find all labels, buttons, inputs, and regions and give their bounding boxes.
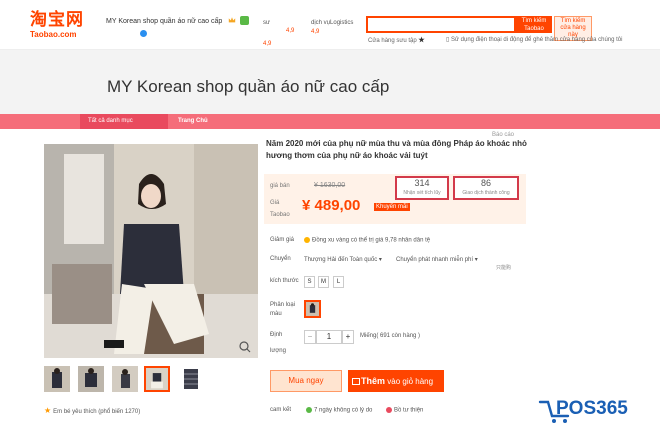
- qty-label-2: lượng: [270, 348, 286, 354]
- phone-icon: ▯: [446, 37, 450, 43]
- star-icon: ★: [418, 37, 425, 44]
- commit-1-text: 7 ngày không có lý do: [314, 407, 373, 414]
- mobile-tip-text: Sử dụng điện thoại di động để ghé thăm c…: [450, 37, 623, 43]
- favorite-shop-label: Cửa hàng sưu tập: [368, 38, 417, 44]
- shipping-label: Chuyển: [270, 256, 291, 262]
- mobile-visit-tip[interactable]: ▯ Sử dụng điện thoại di động để ghé thăm…: [446, 36, 622, 43]
- add-to-cart-button[interactable]: Thêm vào giỏ hàng: [348, 370, 444, 392]
- thumbnail-1[interactable]: [44, 366, 70, 392]
- reviews-label: Nhận xét tích lũy: [403, 190, 441, 196]
- rating-description: sư 4,9: [263, 19, 271, 49]
- search-input[interactable]: [366, 16, 516, 33]
- commit-item-1: 7 ngày không có lý do: [306, 407, 372, 414]
- pos365-logo: POS365: [538, 398, 628, 423]
- sales-label: Giao dịch thành công: [462, 190, 510, 196]
- rating-label-2: Logistics: [330, 20, 354, 26]
- shipping-from[interactable]: Thượng Hải đến Toàn quốc ▾: [304, 256, 382, 263]
- crown-icon: [228, 17, 236, 23]
- shipping-method[interactable]: Chuyển phát nhanh miễn phí ▾: [396, 256, 478, 263]
- rating-label: sư: [263, 20, 271, 26]
- coin-label: Giảm giá: [270, 237, 295, 243]
- star-icon: ★: [44, 406, 52, 415]
- add-cart-rest: vào giỏ hàng: [387, 377, 434, 386]
- check-icon: [306, 407, 312, 413]
- favorites-text: Em bé yêu thích (phổ biến 1270): [53, 409, 141, 415]
- reviews-count: 314: [414, 178, 430, 188]
- banner-title: MY Korean shop quần áo nữ cao cấp: [107, 77, 390, 96]
- product-title: Năm 2020 mới của phụ nữ mùa thu và mùa đ…: [266, 139, 527, 160]
- favorite-shop-link[interactable]: Cửa hàng sưu tập ★: [368, 36, 425, 44]
- verified-badge-icon: [240, 16, 249, 25]
- thumbnail-4[interactable]: [144, 366, 170, 392]
- favorites-row[interactable]: ★ Em bé yêu thích (phổ biến 1270): [44, 406, 140, 415]
- color-label: Phân loại: [270, 302, 296, 308]
- commit-2-text: Bồ tư thiện: [394, 407, 424, 414]
- qty-decrement-button[interactable]: −: [304, 330, 316, 344]
- color-swatch[interactable]: [304, 300, 321, 318]
- size-option-l[interactable]: L: [333, 276, 344, 288]
- thumbnail-3[interactable]: [112, 366, 138, 392]
- search-taobao-button[interactable]: Tìm kiếm Taobao: [516, 16, 552, 33]
- coin-row: Đồng xu vàng có thể trị giá 9,78 nhân dâ…: [304, 237, 430, 244]
- logo-main-text: 淘宝网: [30, 10, 84, 30]
- rating-service-value: 4,9: [286, 27, 294, 36]
- coin-icon: [304, 237, 310, 243]
- reviews-stat[interactable]: 314 Nhận xét tích lũy: [395, 176, 449, 200]
- size-option-m[interactable]: M: [318, 276, 329, 288]
- charity-icon: [386, 407, 392, 413]
- chevron-down-icon: ▾: [378, 257, 382, 263]
- original-price-label: giá bán: [270, 183, 290, 189]
- chevron-down-icon: ▾: [474, 257, 478, 263]
- commit-label: cam kết: [270, 407, 292, 413]
- price-label: Giá: [270, 200, 280, 206]
- promo-tag: Khuyến mãi: [374, 203, 410, 211]
- stock-text: Miếng( 691 còn hàng ): [360, 333, 421, 339]
- buy-now-button[interactable]: Mua ngay: [270, 370, 342, 392]
- thumbnail-5[interactable]: [178, 366, 204, 392]
- taobao-logo[interactable]: 淘宝网 Taobao.com: [30, 10, 92, 40]
- original-price: ¥ 1630,00: [314, 182, 346, 189]
- qty-increment-button[interactable]: +: [342, 330, 354, 344]
- qty-label: Định: [270, 332, 283, 338]
- color-label-2: màu: [270, 311, 282, 317]
- promo-price: ¥ 489,00: [302, 197, 361, 214]
- sales-count: 86: [480, 178, 491, 188]
- thumbnail-2[interactable]: [78, 366, 104, 392]
- shop-name[interactable]: MY Korean shop quần áo nữ cao cấp: [106, 18, 222, 25]
- shipping-time: 只能购: [496, 265, 512, 271]
- rating-label: dịch vụ: [311, 20, 331, 26]
- sales-stat[interactable]: 86 Giao dịch thành công: [453, 176, 519, 200]
- ww-chat-icon[interactable]: [140, 30, 147, 37]
- cart-icon: [352, 378, 360, 386]
- coin-text: Đồng xu vàng có thể trị giá 9,78 nhân dâ…: [312, 237, 431, 244]
- size-label: kích thước: [270, 278, 299, 284]
- pos365-text: POS365: [556, 398, 628, 419]
- zoom-icon[interactable]: [238, 340, 252, 354]
- size-option-s[interactable]: S: [304, 276, 315, 288]
- add-cart-big: Thêm: [361, 376, 386, 386]
- nav-all-categories[interactable]: Tất cả danh mục: [80, 114, 168, 129]
- product-main-image[interactable]: [44, 144, 258, 358]
- rating-value: 4,9: [263, 41, 272, 47]
- commit-item-2: Bồ tư thiện: [386, 407, 423, 414]
- nav-home[interactable]: Trang Chủ: [178, 114, 208, 129]
- logo-sub-text: Taobao.com: [30, 30, 77, 39]
- rating-logistics: dịch vụLogistics 4,9: [311, 19, 353, 37]
- price-label-taobao: Taobao: [270, 212, 290, 218]
- qty-input[interactable]: 1: [316, 330, 342, 344]
- rating-label: 4,9: [286, 28, 295, 34]
- rating-value: 4,9: [311, 29, 320, 35]
- shipping-from-text: Thượng Hải đến Toàn quốc: [304, 257, 378, 263]
- shipping-method-text: Chuyển phát nhanh miễn phí: [396, 257, 474, 263]
